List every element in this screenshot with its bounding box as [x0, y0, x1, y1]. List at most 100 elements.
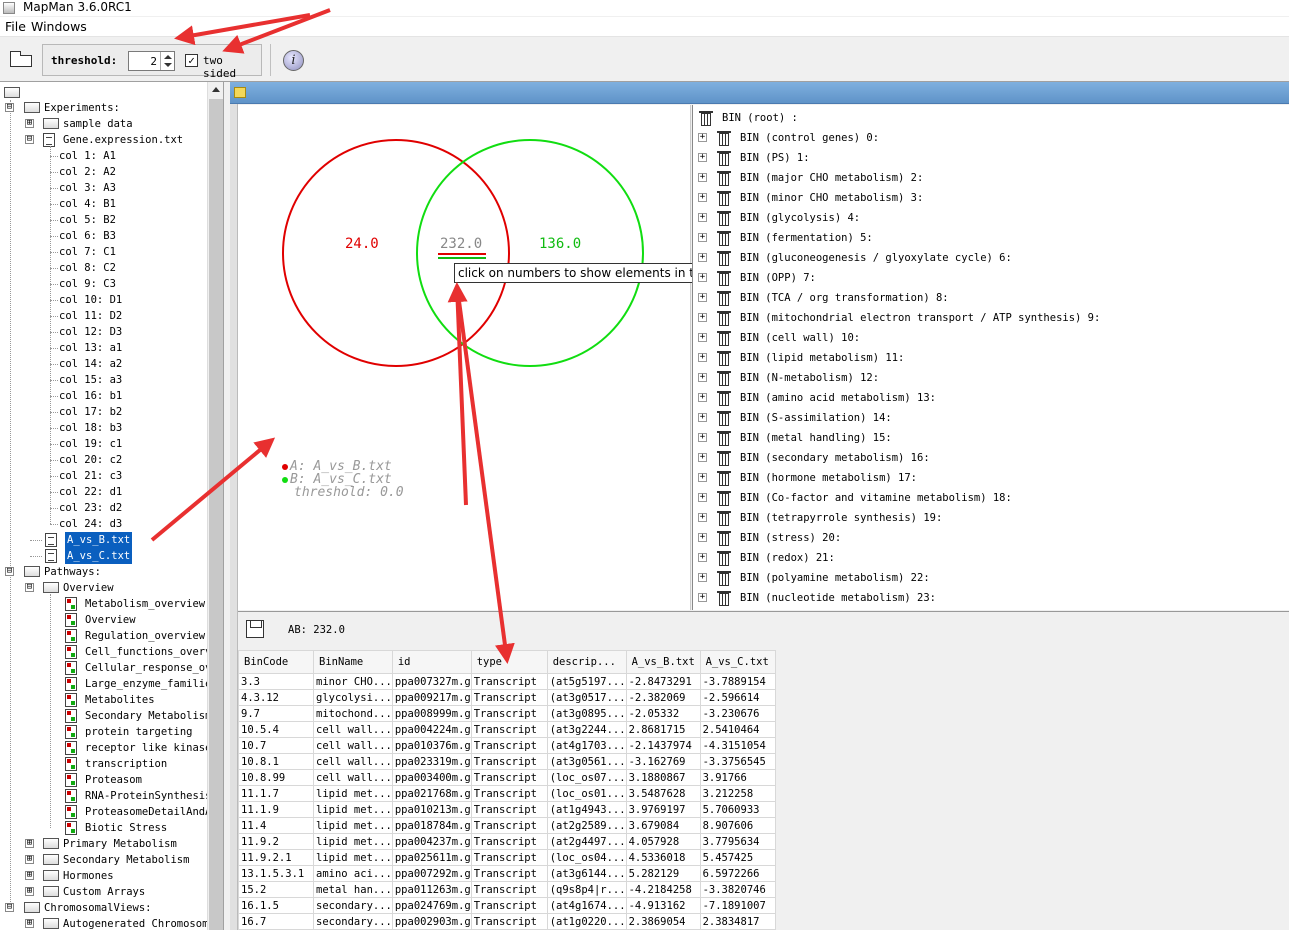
table-cell[interactable]: 11.4 [238, 817, 314, 834]
bin-item[interactable]: + BIN (PS) 1: [693, 148, 1288, 168]
tree-column-item[interactable]: col 8: C2 [59, 260, 116, 276]
table-cell[interactable]: 3.9769197 [625, 801, 701, 818]
table-cell[interactable]: 10.8.99 [238, 769, 314, 786]
tree-pathway-item[interactable]: transcription [85, 756, 167, 772]
table-cell[interactable]: 2.3869054 [625, 913, 701, 930]
table-cell[interactable]: 9.7 [238, 705, 314, 722]
tree-column-item[interactable]: col 21: c3 [59, 468, 122, 484]
tree-column-item[interactable]: col 10: D1 [59, 292, 122, 308]
bin-item[interactable]: + BIN (nucleotide metabolism) 23: [693, 588, 1288, 608]
table-cell[interactable]: cell wall... [313, 753, 393, 770]
tree-pathway-folder[interactable]: Primary Metabolism [63, 836, 177, 852]
table-cell[interactable]: ppa003400m.g [391, 769, 472, 786]
tree-pathway-item[interactable]: Cellular_response_ov [85, 660, 211, 676]
tree-pathway-folder[interactable]: Custom Arrays [63, 884, 145, 900]
table-cell[interactable]: (at3g2244... [546, 721, 627, 738]
table-cell[interactable]: Transcript [470, 817, 548, 834]
tree-expand-icon[interactable]: ⊞ [25, 871, 34, 880]
tree-column-item[interactable]: col 11: D2 [59, 308, 122, 324]
tree-pathway-item[interactable]: Metabolism_overview [85, 596, 205, 612]
tree-chromosomal-views[interactable]: ChromosomalViews: [44, 900, 151, 916]
bin-item[interactable]: + BIN (stress) 20: [693, 528, 1288, 548]
bin-item[interactable]: + BIN (secondary metabolism) 16: [693, 448, 1288, 468]
table-cell[interactable]: metal han... [313, 881, 393, 898]
table-cell[interactable]: Transcript [470, 913, 548, 930]
bin-expand-icon[interactable]: + [698, 133, 707, 142]
tree-pathway-item[interactable]: protein targeting [85, 724, 192, 740]
tree-column-item[interactable]: col 13: a1 [59, 340, 122, 356]
table-row[interactable]: 16.7 secondary... ppa002903m.g Transcript (a… [238, 913, 776, 930]
table-cell[interactable]: (loc_os01... [546, 785, 627, 802]
tree-pathway-item[interactable]: Biotic Stress [85, 820, 167, 836]
table-cell[interactable]: Transcript [470, 785, 548, 802]
bin-expand-icon[interactable]: + [698, 333, 707, 342]
tree-pathway-item[interactable]: Regulation_overview [85, 628, 205, 644]
bin-expand-icon[interactable]: + [698, 313, 707, 322]
table-cell[interactable]: ppa004224m.g [391, 721, 472, 738]
table-cell[interactable]: -2.596614 [699, 689, 776, 706]
tree-pathway-item[interactable]: receptor like kinase [85, 740, 211, 756]
table-cell[interactable]: -2.382069 [625, 689, 701, 706]
table-cell[interactable]: 10.8.1 [238, 753, 314, 770]
tree-column-item[interactable]: col 7: C1 [59, 244, 116, 260]
tree-expand-icon[interactable]: ⊞ [25, 839, 34, 848]
table-cell[interactable]: -4.3151054 [699, 737, 776, 754]
tree-column-item[interactable]: col 14: a2 [59, 356, 122, 372]
bin-item[interactable]: + BIN (OPP) 7: [693, 268, 1288, 288]
bin-expand-icon[interactable]: + [698, 153, 707, 162]
table-cell[interactable]: mitochond... [313, 705, 393, 722]
tree-column-item[interactable]: col 1: A1 [59, 148, 116, 164]
tree-column-item[interactable]: col 24: d3 [59, 516, 122, 532]
table-cell[interactable]: 3.3 [238, 673, 314, 690]
tree-expand-icon[interactable]: ⊟ [5, 567, 14, 576]
table-cell[interactable]: ppa004237m.g [391, 833, 472, 850]
table-cell[interactable]: (at5g5197... [546, 673, 627, 690]
spinner-down-icon[interactable] [164, 63, 172, 67]
table-cell[interactable]: 5.282129 [625, 865, 701, 882]
table-cell[interactable]: 11.1.7 [238, 785, 314, 802]
tree-column-item[interactable]: col 12: D3 [59, 324, 122, 340]
table-cell[interactable]: 11.9.2.1 [238, 849, 314, 866]
bin-item[interactable]: + BIN (glycolysis) 4: [693, 208, 1288, 228]
table-cell[interactable]: -3.162769 [625, 753, 701, 770]
table-cell[interactable]: (at2g2589... [546, 817, 627, 834]
bin-item[interactable]: + BIN (fermentation) 5: [693, 228, 1288, 248]
tree-expand-icon[interactable]: ⊟ [25, 583, 34, 592]
tree-expand-icon[interactable]: ⊞ [25, 919, 34, 928]
table-cell[interactable]: Transcript [470, 881, 548, 898]
table-cell[interactable]: 4.057928 [625, 833, 701, 850]
tree-expand-icon[interactable]: ⊟ [25, 135, 34, 144]
table-cell[interactable]: (at1g4943... [546, 801, 627, 818]
table-cell[interactable]: cell wall... [313, 737, 393, 754]
table-cell[interactable]: -7.1891007 [699, 897, 776, 914]
bin-expand-icon[interactable]: + [698, 353, 707, 362]
column-header[interactable]: BinName [313, 650, 393, 674]
tree-pathway-folder[interactable]: Secondary Metabolism [63, 852, 189, 868]
table-cell[interactable]: 16.1.5 [238, 897, 314, 914]
tree-pathway-item[interactable]: Secondary Metabolism [85, 708, 211, 724]
table-cell[interactable]: Transcript [470, 737, 548, 754]
table-cell[interactable]: cell wall... [313, 769, 393, 786]
table-cell[interactable]: -3.3756545 [699, 753, 776, 770]
table-cell[interactable]: 4.5336018 [625, 849, 701, 866]
tree-column-item[interactable]: col 17: b2 [59, 404, 122, 420]
table-row[interactable]: 11.1.7 lipid met... ppa021768m.g Transcript… [238, 785, 776, 802]
table-cell[interactable]: lipid met... [313, 849, 393, 866]
open-folder-icon[interactable] [10, 51, 32, 67]
tree-sample-data[interactable]: sample data [63, 116, 133, 132]
table-cell[interactable]: glycolysi... [313, 689, 393, 706]
bin-expand-icon[interactable]: + [698, 553, 707, 562]
bin-item[interactable]: + BIN (N-metabolism) 12: [693, 368, 1288, 388]
table-cell[interactable]: ppa002903m.g [391, 913, 472, 930]
table-cell[interactable]: Transcript [470, 721, 548, 738]
bin-item[interactable]: + BIN (gluconeogenesis / glyoxylate cycle… [693, 248, 1288, 268]
column-header[interactable]: A_vs_C.txt [699, 650, 776, 674]
bin-expand-icon[interactable]: + [698, 393, 707, 402]
table-cell[interactable]: ppa024769m.g [391, 897, 472, 914]
table-cell[interactable]: -2.05332 [625, 705, 701, 722]
table-cell[interactable]: 13.1.5.3.1 [238, 865, 314, 882]
table-cell[interactable]: (at3g0517... [546, 689, 627, 706]
table-row[interactable]: 16.1.5 secondary... ppa024769m.g Transcript… [238, 897, 776, 914]
tree-column-item[interactable]: col 15: a3 [59, 372, 122, 388]
table-cell[interactable]: ppa023319m.g [391, 753, 472, 770]
